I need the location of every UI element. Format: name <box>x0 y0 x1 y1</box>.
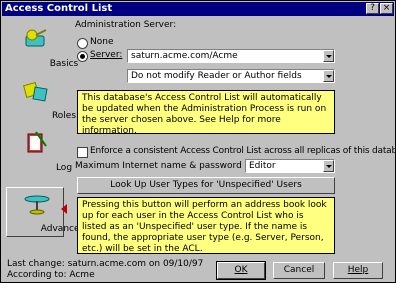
close-button[interactable]: × <box>380 3 393 14</box>
none-radio[interactable] <box>77 38 88 49</box>
help-button-label: Help <box>347 265 369 275</box>
dropdown-arrow-icon[interactable] <box>323 50 334 62</box>
key-icon <box>25 29 47 47</box>
max-access-combo[interactable]: Editor <box>245 159 335 173</box>
according-to-text: According to: Acme <box>7 270 95 280</box>
lookup-info-note: Pressing this button will perform an add… <box>77 197 335 254</box>
log-book-icon <box>27 131 47 153</box>
help-button[interactable]: Help <box>333 262 383 279</box>
lookup-info-text: Pressing this button will perform an add… <box>82 200 327 254</box>
sidebar: Basics Roles Log Advanced <box>4 19 85 251</box>
sidebar-item-roles[interactable]: Roles <box>6 75 76 123</box>
lookup-user-types-button[interactable]: Look Up User Types for 'Unspecified' Use… <box>77 177 335 194</box>
admin-info-text: This database's Access Control List will… <box>82 93 327 136</box>
none-radio-label: None <box>90 37 114 47</box>
dropdown-arrow-icon[interactable] <box>323 70 334 82</box>
admin-server-heading: Administration Server: <box>75 20 177 30</box>
sidebar-item-basics[interactable]: Basics <box>6 23 78 71</box>
server-combo[interactable]: saturn.acme.com/Acme <box>127 49 335 63</box>
max-access-value: Editor <box>249 161 276 171</box>
server-combo-value: saturn.acme.com/Acme <box>131 51 238 61</box>
ok-button[interactable]: OK <box>216 261 266 280</box>
enforce-checkbox[interactable] <box>77 147 88 158</box>
roles-icon <box>23 82 48 102</box>
advanced-panel: Administration Server: None Server: satu… <box>73 17 396 257</box>
advanced-icon <box>24 195 50 215</box>
dropdown-arrow-icon[interactable] <box>323 160 334 172</box>
enforce-label: Enforce a consistent Access Control List… <box>90 146 396 156</box>
modify-fields-value: Do not modify Reader or Author fields <box>131 71 302 81</box>
server-radio[interactable] <box>77 51 88 62</box>
acl-dialog: Access Control List ? × Basics Roles Log… <box>0 0 396 283</box>
last-change-text: Last change: saturn.acme.com on 09/10/97 <box>7 259 204 269</box>
sidebar-item-log[interactable]: Log <box>6 127 72 175</box>
help-title-button[interactable]: ? <box>366 3 379 14</box>
title-bar[interactable]: Access Control List ? × <box>2 2 394 16</box>
server-radio-label: Server: <box>90 50 123 60</box>
window-title: Access Control List <box>5 3 113 14</box>
sidebar-item-advanced[interactable]: Advanced <box>6 187 85 237</box>
ok-button-label: OK <box>234 265 248 275</box>
modify-fields-combo[interactable]: Do not modify Reader or Author fields <box>127 69 335 83</box>
radio-selected-dot <box>80 54 85 59</box>
selected-indicator-icon <box>61 204 67 214</box>
cancel-button[interactable]: Cancel <box>273 262 325 279</box>
admin-info-note: This database's Access Control List will… <box>77 90 335 136</box>
